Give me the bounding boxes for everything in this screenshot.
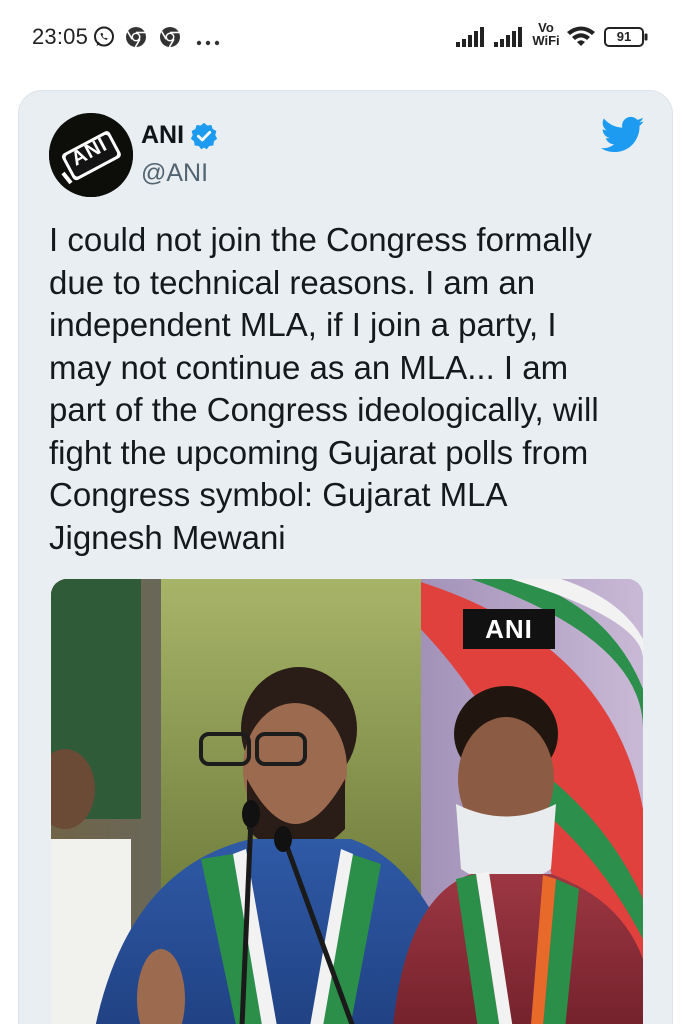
status-bar: 23:05 Vo WiFi 91 xyxy=(0,0,690,72)
wifi-icon xyxy=(566,24,596,53)
chrome-icon xyxy=(124,25,148,54)
tweet-media-image[interactable]: ANI xyxy=(51,579,643,1024)
status-time: 23:05 xyxy=(32,24,89,49)
signal-icon xyxy=(494,26,528,53)
more-dots-icon xyxy=(196,33,220,51)
tweet-card[interactable]: ANI ANI @ANI I could not join the Congre… xyxy=(18,90,673,1024)
signal-icon xyxy=(456,26,490,53)
battery-level: 91 xyxy=(616,29,632,44)
vowifi-indicator: Vo WiFi xyxy=(532,21,560,47)
tweet-text: I could not join the Congress formally d… xyxy=(49,221,599,556)
twitter-bird-icon xyxy=(600,115,645,155)
battery-indicator: 91 xyxy=(604,26,650,53)
verified-badge-icon xyxy=(189,121,219,151)
vowifi-bottom-label: WiFi xyxy=(532,33,560,48)
author-name[interactable]: ANI xyxy=(141,121,184,150)
author-handle[interactable]: @ANI xyxy=(141,159,208,188)
avatar[interactable]: ANI xyxy=(49,113,133,197)
whatsapp-icon xyxy=(92,25,116,54)
chrome-icon xyxy=(158,25,182,54)
media-watermark: ANI xyxy=(485,614,533,644)
